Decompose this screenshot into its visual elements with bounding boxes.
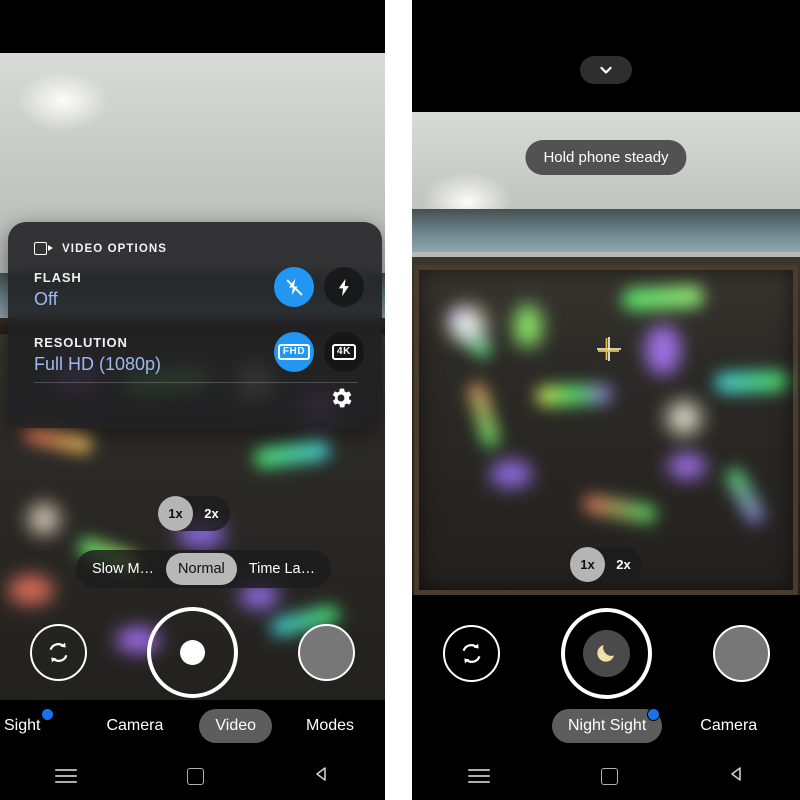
moon-icon	[597, 645, 614, 662]
left-status-bar	[0, 0, 385, 53]
viewfinder-wall-band	[412, 208, 800, 253]
left-phone-screen: VIDEO OPTIONS FLASH Off RESOLUTION Full …	[0, 0, 385, 800]
switch-camera-icon	[462, 643, 480, 663]
tab-camera[interactable]: Camera	[684, 709, 773, 743]
right-capture-controls	[412, 607, 800, 699]
bokeh-blob	[668, 452, 707, 479]
tab-camera[interactable]: Camera	[90, 709, 179, 743]
expand-options-button[interactable]	[580, 56, 632, 84]
video-camera-icon	[34, 242, 53, 255]
tab-video[interactable]: Vi	[793, 709, 800, 743]
flash-off-icon	[285, 278, 303, 296]
mode-time-lapse[interactable]: Time La…	[237, 553, 327, 585]
gallery-thumbnail[interactable]	[712, 624, 770, 682]
flash-on-button[interactable]	[324, 267, 364, 307]
right-status-bar	[412, 0, 800, 112]
4k-button[interactable]: 4K	[324, 332, 364, 372]
switch-camera-icon	[49, 642, 68, 662]
right-zoom-toggle[interactable]: 1x 2x	[570, 547, 642, 582]
tab-night-sight[interactable]: Night Sight	[552, 708, 663, 743]
viewfinder-dark-scene	[412, 256, 800, 595]
right-phone-screen: Hold phone steady 1x 2x Night Sight Came…	[412, 0, 800, 800]
switch-camera-button[interactable]	[442, 624, 500, 682]
menu-icon[interactable]	[467, 769, 490, 783]
left-zoom-toggle[interactable]: 1x 2x	[158, 496, 230, 531]
zoom-2x-option[interactable]: 2x	[605, 547, 642, 582]
switch-camera-button[interactable]	[30, 623, 87, 681]
zoom-1x-option[interactable]: 1x	[158, 496, 193, 531]
video-options-title: VIDEO OPTIONS	[62, 242, 168, 255]
resolution-options: FHD 4K	[274, 332, 364, 372]
zoom-2x-option[interactable]: 2x	[193, 496, 230, 531]
flash-on-icon	[338, 278, 349, 296]
left-system-nav-bar	[0, 752, 385, 800]
hold-steady-toast: Hold phone steady	[525, 140, 687, 175]
night-sight-indicator-dot	[647, 708, 661, 721]
video-mode-selector[interactable]: Slow M… Normal Time La…	[76, 550, 332, 588]
tab-modes[interactable]: Modes	[290, 709, 370, 743]
options-divider	[34, 382, 358, 383]
gallery-thumbnail[interactable]	[298, 623, 355, 681]
left-viewfinder[interactable]: VIDEO OPTIONS FLASH Off RESOLUTION Full …	[0, 53, 385, 700]
record-button[interactable]	[147, 606, 238, 698]
right-system-nav-bar	[412, 752, 800, 800]
back-triangle-icon[interactable]	[729, 766, 745, 787]
home-square-icon[interactable]	[600, 767, 618, 785]
flash-options	[274, 267, 364, 307]
focus-crosshair-icon	[596, 336, 622, 367]
bokeh-streak	[620, 285, 705, 312]
night-sight-capture-button[interactable]	[560, 607, 652, 699]
bokeh-blob	[644, 324, 681, 375]
bokeh-blob	[489, 459, 532, 488]
mode-normal[interactable]: Normal	[166, 553, 237, 585]
video-options-header: VIDEO OPTIONS	[8, 222, 382, 255]
right-viewfinder[interactable]: Hold phone steady 1x 2x	[412, 112, 800, 595]
capture-inner-circle	[582, 629, 630, 677]
comparison-screenshot: VIDEO OPTIONS FLASH Off RESOLUTION Full …	[0, 0, 800, 800]
video-settings-button[interactable]	[328, 385, 354, 416]
gear-icon	[332, 388, 352, 408]
right-mode-tabs: Night Sight Camera Vi	[412, 700, 800, 752]
ceiling-lamp-glow	[18, 71, 108, 131]
bokeh-light	[652, 392, 715, 445]
bokeh-blob	[512, 304, 543, 349]
fhd-badge-icon: FHD	[277, 344, 311, 360]
bokeh-streak	[714, 370, 787, 394]
left-capture-controls	[0, 606, 385, 698]
flash-off-button[interactable]	[274, 267, 314, 307]
bokeh-light	[15, 494, 74, 543]
back-triangle-icon[interactable]	[314, 766, 330, 787]
video-options-card: VIDEO OPTIONS FLASH Off RESOLUTION Full …	[8, 222, 382, 428]
4k-badge-icon: 4K	[332, 344, 356, 360]
bokeh-blob	[7, 575, 54, 606]
night-sight-indicator-dot	[41, 708, 55, 721]
chevron-down-icon	[600, 66, 612, 74]
bokeh-streak	[535, 384, 613, 407]
menu-icon[interactable]	[55, 769, 77, 783]
tab-video[interactable]: Video	[199, 709, 273, 743]
fhd-button[interactable]: FHD	[274, 332, 314, 372]
record-dot-icon	[180, 639, 205, 665]
mode-slow-motion[interactable]: Slow M…	[80, 553, 166, 585]
tab-night-sight[interactable]: Sight	[0, 708, 56, 743]
bokeh-streak	[253, 438, 332, 469]
zoom-1x-option[interactable]: 1x	[570, 547, 605, 582]
home-square-icon[interactable]	[187, 767, 204, 785]
left-mode-tabs: Sight Camera Video Modes	[0, 700, 385, 752]
